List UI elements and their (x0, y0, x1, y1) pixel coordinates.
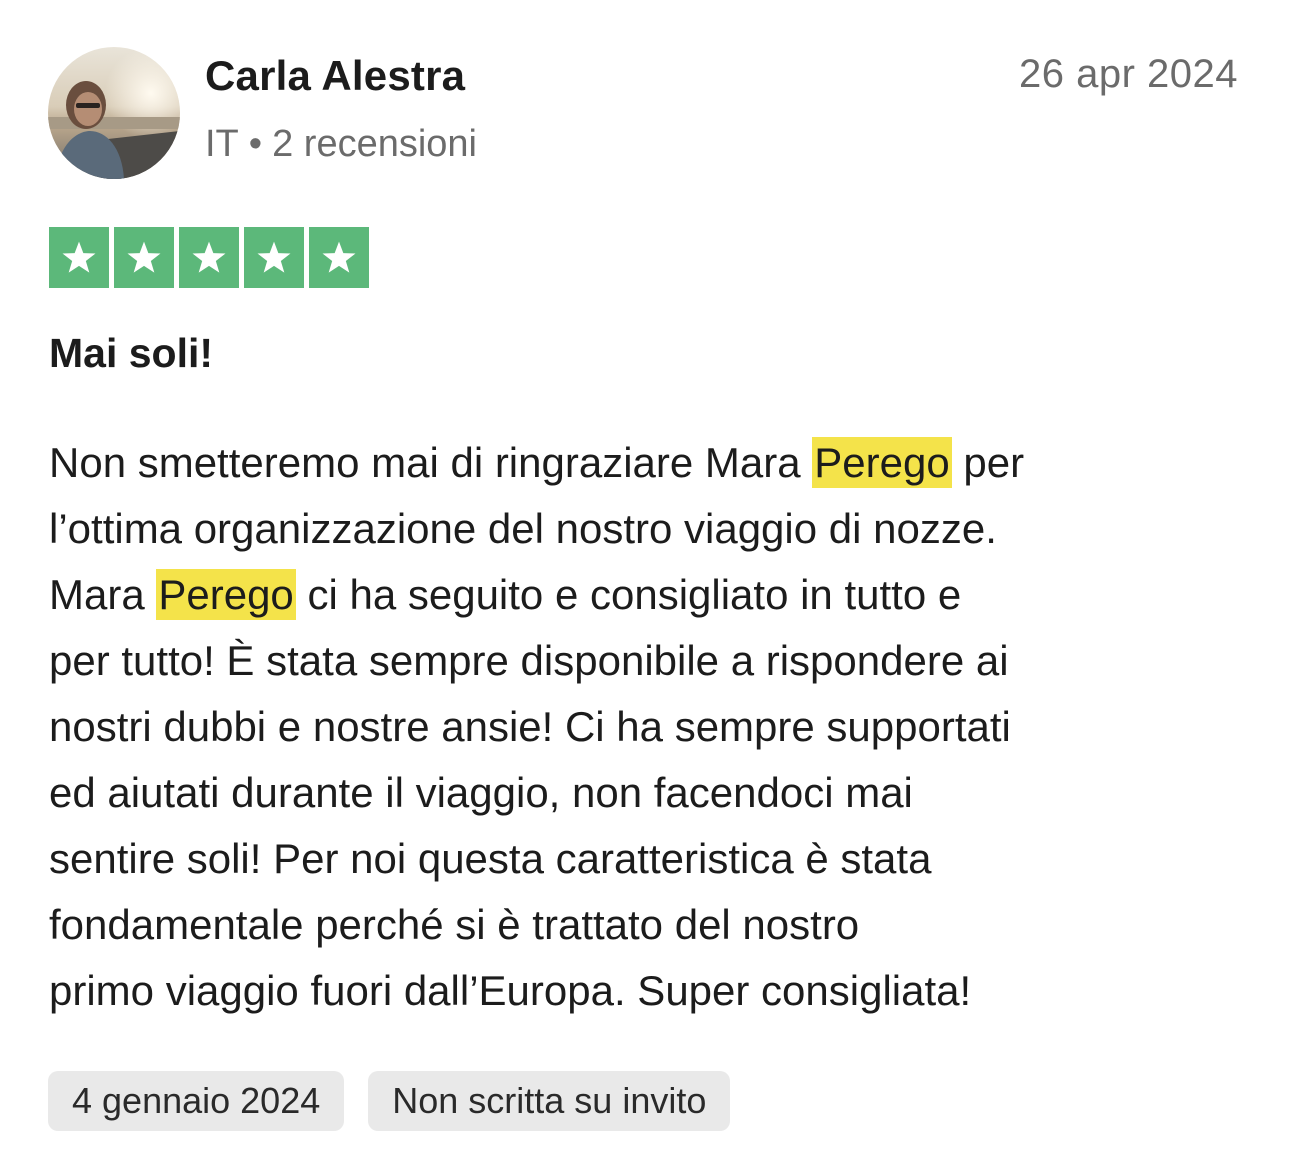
review-title[interactable]: Mai soli! (49, 330, 213, 377)
review-tags: 4 gennaio 2024 Non scritta su invito (48, 1071, 731, 1131)
review-text: fondamentale perché si è trattato del no… (49, 901, 860, 948)
highlighted-term: Perego (156, 569, 296, 620)
author-country: IT (205, 123, 239, 165)
star-rating (49, 227, 369, 288)
review-text: l’ottima organizzazione del nostro viagg… (49, 505, 997, 552)
review-text: per (951, 439, 1025, 486)
star-icon (127, 241, 161, 273)
review-body-line: nostri dubbi e nostre ansie! Ci ha sempr… (49, 694, 1229, 760)
review-text: ci ha seguito e consigliato in tutto e (295, 571, 962, 618)
review-date: 26 apr 2024 (1018, 52, 1238, 96)
review-body-line: ed aiutati durante il viaggio, non facen… (49, 760, 1229, 826)
star-box (179, 227, 239, 288)
star-icon (322, 241, 356, 273)
review-card: Carla Alestra IT • 2 recensioni 26 apr 202… (0, 0, 1290, 1157)
review-text: ed aiutati durante il viaggio, non facen… (49, 769, 913, 816)
avatar-photo (48, 47, 180, 179)
experience-date-tag: 4 gennaio 2024 (48, 1071, 345, 1131)
review-text: per tutto! È stata sempre disponibile a … (49, 637, 1009, 684)
invite-status-tag[interactable]: Non scritta su invito (368, 1071, 731, 1131)
review-body-line: Non smetteremo mai di ringraziare Mara P… (49, 430, 1229, 496)
review-text: nostri dubbi e nostre ansie! Ci ha sempr… (49, 703, 1011, 750)
review-body-line: fondamentale perché si è trattato del no… (49, 892, 1229, 958)
star-box (114, 227, 174, 288)
review-body: Non smetteremo mai di ringraziare Mara P… (49, 430, 1229, 1024)
star-box (309, 227, 369, 288)
author-meta: IT • 2 recensioni (205, 123, 477, 166)
avatar[interactable] (48, 47, 180, 179)
review-body-line: per tutto! È stata sempre disponibile a … (49, 628, 1229, 694)
meta-separator: • (248, 123, 263, 165)
review-body-line: l’ottima organizzazione del nostro viagg… (49, 496, 1229, 562)
star-box (244, 227, 304, 288)
star-icon (257, 241, 291, 273)
review-text: primo viaggio fuori dall’Europa. Super c… (49, 967, 972, 1014)
author-reviews-count[interactable]: 2 recensioni (272, 123, 477, 165)
review-body-line: Mara Perego ci ha seguito e consigliato … (49, 562, 1229, 628)
author-name[interactable]: Carla Alestra (205, 52, 465, 100)
review-text: Mara (49, 571, 157, 618)
review-text: Non smetteremo mai di ringraziare Mara (49, 439, 813, 486)
star-icon (192, 241, 226, 273)
star-icon (62, 241, 96, 273)
star-box (49, 227, 109, 288)
review-text: sentire soli! Per noi questa caratterist… (49, 835, 932, 882)
review-body-line: primo viaggio fuori dall’Europa. Super c… (49, 958, 1229, 1024)
highlighted-term: Perego (812, 437, 952, 488)
review-body-line: sentire soli! Per noi questa caratterist… (49, 826, 1229, 892)
